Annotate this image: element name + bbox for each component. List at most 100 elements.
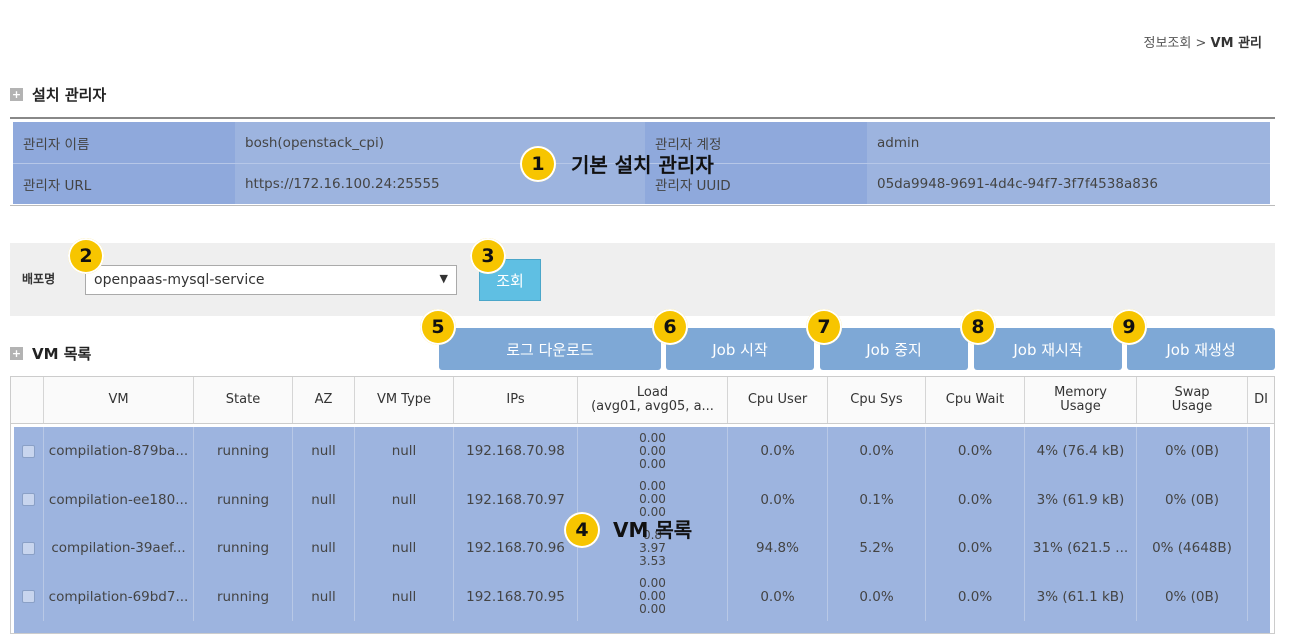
vm-cpu-wait: 0.0% [926, 475, 1025, 524]
annotation-badge-4: 4 [564, 512, 600, 548]
manager-url-label: 관리자 URL [13, 164, 235, 204]
header-cpu-sys[interactable]: Cpu Sys [828, 377, 926, 423]
vm-state: running [194, 572, 293, 621]
header-checkbox-col [11, 377, 44, 423]
annotation-label-1: 기본 설치 관리자 [571, 153, 714, 177]
row-checkbox[interactable] [22, 444, 35, 458]
vm-section-title: + VM 목록 [10, 343, 91, 364]
row-checkbox-cell [14, 427, 44, 476]
job-start-button[interactable]: Job 시작 [666, 328, 814, 370]
vm-cpu-wait: 0.0% [926, 427, 1025, 476]
manager-uuid-value: 05da9948-9691-4d4c-94f7-3f7f4538a836 [877, 176, 1158, 192]
load-avg15: 3.53 [639, 553, 666, 568]
vm-type: null [355, 524, 454, 573]
annotation-badge-3: 3 [470, 238, 506, 274]
row-checkbox-cell [14, 572, 44, 621]
row-checkbox-cell [14, 524, 44, 573]
annotation-badge-6: 6 [652, 309, 688, 345]
breadcrumb-separator: > [1195, 36, 1207, 51]
load-avg05: 3.97 [639, 540, 666, 555]
annotation-badge-7: 7 [806, 309, 842, 345]
vm-swap: 0% (0B) [1137, 427, 1248, 476]
header-cpu-user[interactable]: Cpu User [728, 377, 828, 423]
vm-memory: 3% (61.9 kB) [1025, 475, 1137, 524]
header-ips[interactable]: IPs [454, 377, 578, 423]
job-recreate-button[interactable]: Job 재생성 [1127, 328, 1275, 370]
annotation-badge-8: 8 [960, 309, 996, 345]
vm-cpu-user: 0.0% [728, 475, 828, 524]
vm-name: compilation-39aef... [44, 524, 194, 573]
annotation-badge-5: 5 [420, 309, 456, 345]
vm-name: compilation-69bd7... [44, 572, 194, 621]
job-restart-button[interactable]: Job 재시작 [974, 328, 1122, 370]
vm-state: running [194, 524, 293, 573]
plus-icon: + [10, 88, 23, 101]
vm-load: 0.00 0.00 0.00 [578, 427, 728, 476]
vm-memory: 3% (61.1 kB) [1025, 572, 1137, 621]
header-vm[interactable]: VM [44, 377, 194, 423]
load-avg01: 0.00 [639, 430, 666, 445]
table-header: VM State AZ VM Type IPs Load (avg01, avg… [11, 377, 1274, 424]
vm-cpu-sys: 0.1% [828, 475, 926, 524]
table-row[interactable]: compilation-879ba... running null null 1… [14, 427, 1270, 476]
row-checkbox[interactable] [22, 493, 35, 507]
vm-swap: 0% (4648B) [1137, 524, 1248, 573]
manager-section-label: 설치 관리자 [32, 86, 107, 104]
dropdown-arrow-icon: ▼ [439, 272, 448, 285]
vm-type: null [355, 475, 454, 524]
divider [10, 205, 1275, 206]
annotation-label-4: VM 목록 [613, 518, 693, 542]
vm-type: null [355, 572, 454, 621]
vm-name: compilation-879ba... [44, 427, 194, 476]
log-download-button[interactable]: 로그 다운로드 [439, 328, 661, 370]
vm-cpu-user: 94.8% [728, 524, 828, 573]
breadcrumb-parent[interactable]: 정보조회 [1144, 36, 1192, 51]
vm-name: compilation-ee180... [44, 475, 194, 524]
deployment-label: 배포명 [22, 272, 56, 286]
annotation-badge-1: 1 [520, 146, 556, 182]
vm-memory: 4% (76.4 kB) [1025, 427, 1137, 476]
load-avg15: 0.00 [639, 456, 666, 471]
vm-cpu-sys: 5.2% [828, 524, 926, 573]
annotation-badge-9: 9 [1111, 309, 1147, 345]
vm-az: null [293, 572, 355, 621]
header-disk[interactable]: DI [1248, 377, 1274, 423]
deployment-select[interactable]: openpaas-mysql-service ▼ [85, 265, 457, 295]
vm-ip: 192.168.70.97 [454, 475, 578, 524]
plus-icon: + [10, 347, 23, 360]
vm-cpu-wait: 0.0% [926, 572, 1025, 621]
vm-memory: 31% (621.5 ... [1025, 524, 1137, 573]
header-cpu-wait[interactable]: Cpu Wait [926, 377, 1025, 423]
deployment-search-bar: 배포명 openpaas-mysql-service ▼ 조회 [10, 243, 1275, 316]
manager-account-value: admin [877, 134, 920, 151]
vm-state: running [194, 475, 293, 524]
table-row[interactable]: compilation-69bd7... running null null 1… [14, 572, 1270, 622]
divider [10, 117, 1275, 119]
vm-load: 0.00 0.00 0.00 [578, 572, 728, 621]
vm-az: null [293, 427, 355, 476]
header-load[interactable]: Load (avg01, avg05, a... [578, 377, 728, 423]
deployment-select-value: openpaas-mysql-service [94, 272, 265, 288]
vm-disk [1248, 573, 1270, 622]
annotation-badge-2: 2 [68, 238, 104, 274]
job-stop-button[interactable]: Job 중지 [820, 328, 968, 370]
vm-az: null [293, 475, 355, 524]
breadcrumb-current: VM 관리 [1210, 36, 1262, 51]
header-az[interactable]: AZ [293, 377, 355, 423]
header-memory-usage[interactable]: Memory Usage [1025, 377, 1137, 423]
load-avg15: 0.00 [639, 602, 666, 617]
vm-state: running [194, 427, 293, 476]
header-state[interactable]: State [194, 377, 293, 423]
header-swap-usage[interactable]: Swap Usage [1137, 377, 1248, 423]
vm-cpu-user: 0.0% [728, 427, 828, 476]
vm-disk [1248, 476, 1270, 525]
manager-name-label: 관리자 이름 [13, 122, 235, 163]
manager-section-title: + 설치 관리자 [10, 84, 106, 105]
vm-cpu-sys: 0.0% [828, 427, 926, 476]
row-checkbox[interactable] [22, 541, 35, 555]
vm-section-label: VM 목록 [32, 345, 92, 363]
header-vm-type[interactable]: VM Type [355, 377, 454, 423]
vm-disk [1248, 427, 1270, 476]
row-checkbox[interactable] [22, 590, 35, 604]
vm-swap: 0% (0B) [1137, 475, 1248, 524]
